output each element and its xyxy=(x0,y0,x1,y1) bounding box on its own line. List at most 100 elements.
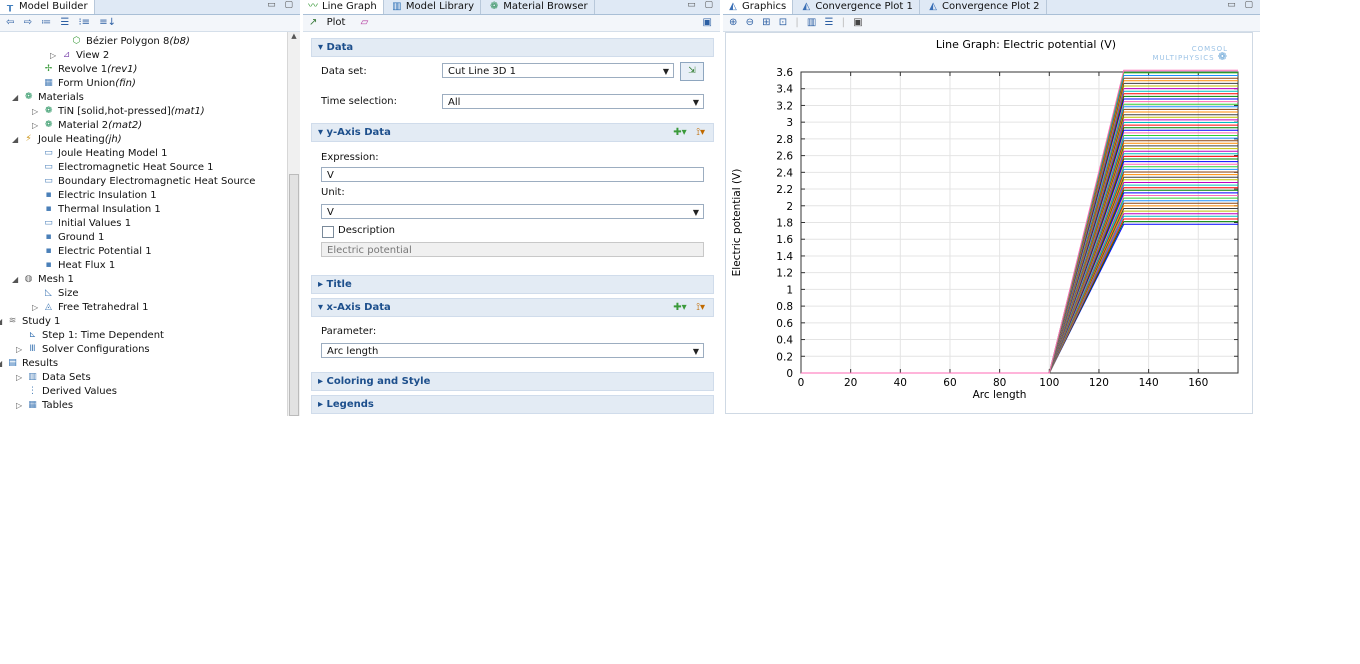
tree-item[interactable]: ⋮ Derived Values xyxy=(16,385,117,399)
window-controls[interactable]: ▭ ▢ xyxy=(1227,0,1256,10)
tab-model-builder[interactable]: ┰ Model Builder xyxy=(0,0,95,14)
collapse-all-icon[interactable]: ≔ xyxy=(41,17,51,28)
go-to-source-button[interactable]: ⇲ xyxy=(680,62,704,81)
replace-expression-icon[interactable]: ⟟▾ xyxy=(696,127,705,138)
replace-parameter-icon[interactable]: ⟟▾ xyxy=(696,302,705,313)
tree-item[interactable]: ◢▤Results xyxy=(0,357,58,371)
expand-toggle-icon[interactable]: ▷ xyxy=(32,301,42,315)
tree-item[interactable]: ▷ ❁ Material 2(mat2) xyxy=(32,119,142,133)
tree-item-label: Electromagnetic Heat Source 1 xyxy=(58,162,214,173)
y-tick-label: 2.2 xyxy=(776,184,793,196)
tree-item[interactable]: ◢≋Study 1 xyxy=(0,315,60,329)
tree-item[interactable]: ◢ ❁ Materials xyxy=(12,91,84,105)
tree-item[interactable]: ▪ Thermal Insulation 1 xyxy=(32,203,160,217)
description-checkbox[interactable] xyxy=(322,226,334,238)
add-expression-icon[interactable]: ✚▾ xyxy=(673,127,686,138)
chart-title: Line Graph: Electric potential (V) xyxy=(936,38,1116,51)
tab-graphics[interactable]: ◭ Graphics xyxy=(723,0,794,14)
expand-toggle-icon[interactable]: ▷ xyxy=(16,399,26,413)
expand-toggle-icon[interactable]: ◢ xyxy=(12,91,22,105)
model-builder-panel: ┰ Model Builder ▭ ▢ ⇦ ⇨ ≔ ☰ ⁝≡ ≡↓ ⬡ Bézier… xyxy=(0,0,300,416)
expand-toggle-icon[interactable]: ▷ xyxy=(16,343,26,357)
expression-input[interactable]: V xyxy=(321,167,704,182)
data-set-select[interactable]: Cut Line 3D 1 xyxy=(442,63,674,79)
zoom-in-icon[interactable]: ⊕ xyxy=(729,17,737,28)
tree-item[interactable]: ▦ Form Union(fin) xyxy=(32,77,136,91)
section-coloring-label: Coloring and Style xyxy=(326,376,431,387)
tree-item[interactable]: ▭ Boundary Electromagnetic Heat Source xyxy=(32,175,255,189)
window-controls[interactable]: ▭ ▢ xyxy=(687,0,716,10)
expand-toggle-icon[interactable]: ▷ xyxy=(32,105,42,119)
tab-material-browser-label: Material Browser xyxy=(503,1,588,12)
tree-item[interactable]: ▭ Joule Heating Model 1 xyxy=(32,147,167,161)
tree-item[interactable]: ▪ Electric Potential 1 xyxy=(32,245,151,259)
section-coloring-and-style[interactable]: ▸ Coloring and Style xyxy=(311,372,714,391)
scroll-up-icon[interactable]: ▲ xyxy=(288,32,300,40)
section-y-axis-data[interactable]: ▾ y-Axis Data ✚▾ ⟟▾ xyxy=(311,123,714,142)
line-graph-chart[interactable]: Line Graph: Electric potential (V)0 20 40 6… xyxy=(726,33,1252,413)
tab-material-browser[interactable]: ❁ Material Browser xyxy=(484,0,595,14)
tree-item[interactable]: ▷ ◬ Free Tetrahedral 1 xyxy=(32,301,149,315)
expand-toggle-icon[interactable]: ▷ xyxy=(16,371,26,385)
zoom-out-icon[interactable]: ⊖ xyxy=(746,17,754,28)
tree-item[interactable]: ✢ Revolve 1(rev1) xyxy=(32,63,138,77)
series-line xyxy=(801,210,1238,374)
series-line xyxy=(801,213,1238,374)
zoom-box-icon[interactable]: ⊞ xyxy=(762,17,770,28)
zoom-extents-icon[interactable]: ⊡ xyxy=(779,17,787,28)
series-line xyxy=(801,98,1238,374)
tree-item[interactable]: ⊾ Step 1: Time Dependent xyxy=(16,329,164,343)
help-icon[interactable]: ▣ xyxy=(703,15,712,31)
section-legends[interactable]: ▸ Legends xyxy=(311,395,714,414)
section-data[interactable]: ▾ Data xyxy=(311,38,714,57)
expand-all-icon[interactable]: ☰ xyxy=(60,17,69,28)
time-selection-select[interactable]: All xyxy=(442,94,704,110)
show-icon[interactable]: ⁝≡ xyxy=(79,17,91,28)
tree-item[interactable]: ◺ Size xyxy=(32,287,79,301)
parameter-select[interactable]: Arc length xyxy=(321,343,704,359)
expand-toggle-icon[interactable]: ◢ xyxy=(12,273,22,287)
tree-item-label: Joule Heating Model 1 xyxy=(58,148,168,159)
tab-convergence-plot-1[interactable]: ◭ Convergence Plot 1 xyxy=(796,0,920,14)
graphics-panel: ◭ Graphics ◭ Convergence Plot 1 ◭ Convergen… xyxy=(723,0,1260,416)
back-arrow-icon[interactable]: ⇦ xyxy=(6,17,14,28)
expand-toggle-icon[interactable]: ▷ xyxy=(32,119,42,133)
section-title[interactable]: ▸ Title xyxy=(311,275,714,294)
tree-item[interactable]: ▷ ▦ Tables xyxy=(16,399,73,413)
tree-item[interactable]: ▪ Ground 1 xyxy=(32,231,104,245)
tree-item[interactable]: ▷ ▥ Data Sets xyxy=(16,371,91,385)
tree-item[interactable]: ▪ Electric Insulation 1 xyxy=(32,189,156,203)
tree-item[interactable]: ◢ ⚡ Joule Heating(jh) xyxy=(12,133,122,147)
y-grid-icon[interactable]: ☰ xyxy=(825,17,834,28)
plot-area[interactable]: Line Graph: Electric potential (V) 0 20 40 6… xyxy=(725,32,1253,414)
tree-scrollbar-thumb[interactable] xyxy=(289,174,299,416)
plot-in-window-icon[interactable]: ▱ xyxy=(361,17,369,28)
tree-scrollbar[interactable]: ▲ xyxy=(287,32,300,416)
expand-toggle-icon[interactable]: ◢ xyxy=(12,133,22,147)
expand-toggle-icon[interactable]: ▷ xyxy=(50,49,60,63)
sort-icon[interactable]: ≡↓ xyxy=(99,17,116,28)
tab-model-library[interactable]: ▥ Model Library xyxy=(387,0,482,14)
series-line xyxy=(801,142,1238,374)
image-snapshot-icon[interactable]: ▣ xyxy=(853,17,862,28)
add-parameter-icon[interactable]: ✚▾ xyxy=(673,302,686,313)
tree-item[interactable]: ▷ ❁ TiN [solid,hot-pressed](mat1) xyxy=(32,105,205,119)
x-grid-icon[interactable]: ▥ xyxy=(807,17,816,28)
window-controls[interactable]: ▭ ▢ xyxy=(267,0,296,10)
tree-item[interactable]: ▭ Electromagnetic Heat Source 1 xyxy=(32,161,214,175)
tree-item[interactable]: ▷ ⊿ View 2 xyxy=(50,49,109,63)
tab-convergence-plot-2[interactable]: ◭ Convergence Plot 2 xyxy=(923,0,1047,14)
tab-line-graph[interactable]: 〰 Line Graph xyxy=(303,0,384,14)
tree-item[interactable]: ▷ Ⅲ Solver Configurations xyxy=(16,343,150,357)
unit-select[interactable]: V xyxy=(321,204,704,220)
material-icon: ❁ xyxy=(44,105,53,116)
tree-item[interactable]: ⬡ Bézier Polygon 8(b8) xyxy=(60,35,190,49)
tree-item[interactable]: ◢ ◍ Mesh 1 xyxy=(12,273,74,287)
forward-arrow-icon[interactable]: ⇨ xyxy=(24,17,32,28)
series-line xyxy=(801,223,1238,374)
series-line xyxy=(801,106,1238,374)
section-x-axis-data[interactable]: ▾ x-Axis Data ✚▾ ⟟▾ xyxy=(311,298,714,317)
plot-button[interactable]: ↗ Plot xyxy=(309,17,351,28)
tree-item[interactable]: ▪ Heat Flux 1 xyxy=(32,259,115,273)
tree-item[interactable]: ▭ Initial Values 1 xyxy=(32,217,131,231)
